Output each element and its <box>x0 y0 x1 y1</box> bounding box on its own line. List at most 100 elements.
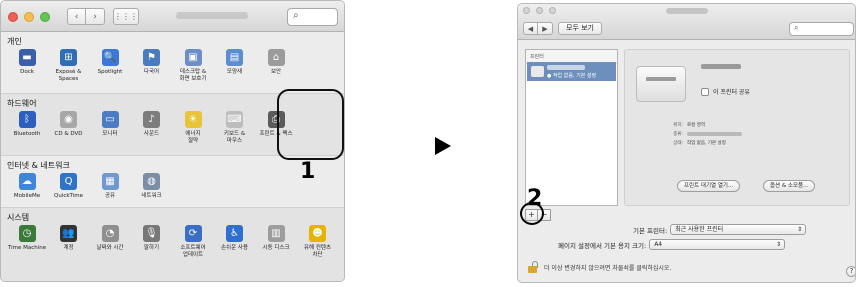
printer-list-item-selected[interactable]: ● 작업 없음, 기본 설정 <box>527 62 616 81</box>
paper-size-row: 페이지 설정에서 기본 용지 크기: A4 ⇕ <box>558 239 786 250</box>
section-title: 인터넷 & 네트워크 <box>7 161 70 170</box>
default-printer-row: 기본 프린터: 최근 사용한 프린터 ⇕ <box>633 224 807 235</box>
desktop-icon: ▣ <box>184 49 202 66</box>
next-step-arrow-icon <box>435 137 451 155</box>
section-title: 하드웨어 <box>7 99 37 108</box>
lock-row: 더 이상 변경하지 않으려면 자물쇠를 클릭하십시오. <box>528 261 671 273</box>
cd-dvd-icon: ◉ <box>60 111 77 128</box>
back-forward-buttons: ‹ › <box>67 8 105 25</box>
energy-saver-icon: ☀ <box>184 111 202 128</box>
monitor-icon: ▭ <box>101 111 119 128</box>
pref-item[interactable]: ☻ 유해 컨텐츠 차단 <box>292 225 344 259</box>
zoom-window-icon[interactable] <box>549 7 556 14</box>
startup-disk-icon: ▥ <box>267 225 285 242</box>
accounts-icon: 👥 <box>60 225 77 242</box>
lock-icon[interactable] <box>528 261 540 273</box>
popup-arrows-icon: ⇕ <box>797 226 803 233</box>
minimize-window-icon[interactable] <box>24 12 34 22</box>
back-button[interactable]: ◀ <box>523 22 538 35</box>
printer-thumbnail-icon <box>531 66 544 77</box>
share-printer-row: 이 프린터 공유 <box>701 87 750 96</box>
popup-arrows-icon: ⇕ <box>776 241 782 248</box>
info-kind-key: 종류: <box>673 132 683 137</box>
pref-item[interactable]: ◍ 네트워크 <box>126 173 178 200</box>
window-controls <box>523 7 556 14</box>
search-icon: ⌕ <box>794 23 799 32</box>
close-window-icon[interactable] <box>8 12 18 22</box>
sound-icon: ♪ <box>143 111 160 128</box>
time-machine-icon: ◷ <box>18 225 36 242</box>
mobileme-icon: ☁ <box>18 173 36 190</box>
back-button[interactable]: ‹ <box>67 8 86 25</box>
search-input[interactable]: ⌕ <box>789 22 854 36</box>
accessibility-icon: ♿ <box>226 225 243 242</box>
show-all-grid-button[interactable]: ⋮⋮⋮ <box>113 8 139 25</box>
search-icon: ⌕ <box>293 10 299 21</box>
date-time-icon: ◔ <box>101 225 119 242</box>
close-window-icon[interactable] <box>523 7 530 14</box>
section-2: 인터넷 & 네트워크 ☁ MobileMe Q QuickTime ▦ 공유 ◍ 네트워크 <box>1 156 344 208</box>
pref-item-label: 네트워크 <box>141 193 162 199</box>
zoom-window-icon[interactable] <box>40 12 50 22</box>
dock-icon: ▬ <box>18 49 36 66</box>
keyboard-mouse-icon: ⌨ <box>226 111 243 128</box>
show-all-button[interactable]: 모두 보기 <box>558 22 602 35</box>
printer-detail-panel: 이 프린터 공유 위치: 로컬 영역 종류: 상태: 작업 없음, 기본 설정 … <box>624 49 850 206</box>
share-printer-label: 이 프린터 공유 <box>713 89 750 96</box>
section-3: 시스템 ◷ Time Machine 👥 계정 ◔ 날짜와 시간 🎙 말하기 ⟳ 소프트웨어 업데이… <box>1 208 344 281</box>
toolbar: ‹ › ⋮⋮⋮ ⌕ <box>1 1 344 32</box>
section-title: 개인 <box>7 37 22 46</box>
security-house-icon: ⌂ <box>267 49 285 66</box>
add-button-highlight <box>520 202 544 225</box>
default-printer-label: 기본 프린터: <box>633 226 668 235</box>
info-location-value: 로컬 영역 <box>687 123 705 128</box>
language-flag-icon: ⚑ <box>143 49 160 66</box>
window-title-blurred <box>176 12 248 19</box>
section-title: 시스템 <box>7 213 30 222</box>
print-fax-highlight <box>277 89 344 160</box>
bluetooth-icon: ᛒ <box>18 111 36 128</box>
search-input[interactable]: ⌕ <box>287 8 338 26</box>
chevron-left-icon: ◀ <box>527 24 534 33</box>
help-button[interactable]: ? <box>846 266 855 277</box>
network-globe-icon: ◍ <box>143 173 160 190</box>
back-forward-buttons: ◀ ▶ <box>523 22 553 35</box>
info-kind-blurred <box>687 132 742 136</box>
spotlight-icon: 🔍 <box>101 49 119 66</box>
appearance-icon: ▤ <box>226 49 243 66</box>
share-printer-checkbox[interactable] <box>701 87 709 96</box>
speech-icon: 🎙 <box>143 225 160 242</box>
info-status-value: 작업 없음, 기본 설정 <box>687 141 726 146</box>
grid-icon: ⋮⋮⋮ <box>114 12 138 21</box>
printer-name-blurred <box>701 64 741 69</box>
info-location-row: 위치: 로컬 영역 <box>667 122 705 128</box>
printer-status: ● 작업 없음, 기본 설정 <box>547 73 597 79</box>
default-printer-select[interactable]: 최근 사용한 프린터 ⇕ <box>670 224 807 235</box>
lock-label: 더 이상 변경하지 않으려면 자물쇠를 클릭하십시오. <box>544 264 672 272</box>
open-print-queue-button[interactable]: 프린트 대기열 열기... <box>677 180 741 192</box>
step-1-callout: 1 <box>300 159 316 184</box>
paper-size-value: A4 <box>654 241 663 248</box>
window-title-blurred <box>666 8 708 14</box>
pref-item-label: 보안 <box>270 69 282 75</box>
expose-icon: ⊞ <box>60 49 77 66</box>
minimize-window-icon[interactable] <box>536 7 543 14</box>
forward-button[interactable]: ▶ <box>538 22 553 35</box>
chevron-right-icon: ▶ <box>542 24 548 33</box>
paper-size-select[interactable]: A4 ⇕ <box>649 239 786 250</box>
default-printer-value: 최근 사용한 프린터 <box>675 226 724 233</box>
info-kind-row: 종류: <box>667 131 742 137</box>
pref-item-label: 유해 컨텐츠 차단 <box>303 245 332 258</box>
options-supplies-button[interactable]: 옵션 & 소모품... <box>763 180 816 192</box>
chevron-right-icon: › <box>93 11 97 22</box>
forward-button[interactable]: › <box>86 8 105 25</box>
printer-image-icon <box>636 66 686 102</box>
parental-controls-icon: ☻ <box>309 225 326 242</box>
info-status-key: 상태: <box>673 141 683 146</box>
info-status-row: 상태: 작업 없음, 기본 설정 <box>667 140 726 146</box>
toolbar: ◀ ▶ 모두 보기 ⌕ <box>518 4 855 40</box>
print-fax-window: ◀ ▶ 모두 보기 ⌕ 프린터 ● 작업 없음, 기본 설정 이 프린터 공유 … <box>517 3 856 283</box>
pref-item[interactable]: ⌂ 보안 <box>250 49 302 76</box>
chevron-left-icon: ‹ <box>74 11 79 22</box>
quicktime-icon: Q <box>60 173 77 190</box>
